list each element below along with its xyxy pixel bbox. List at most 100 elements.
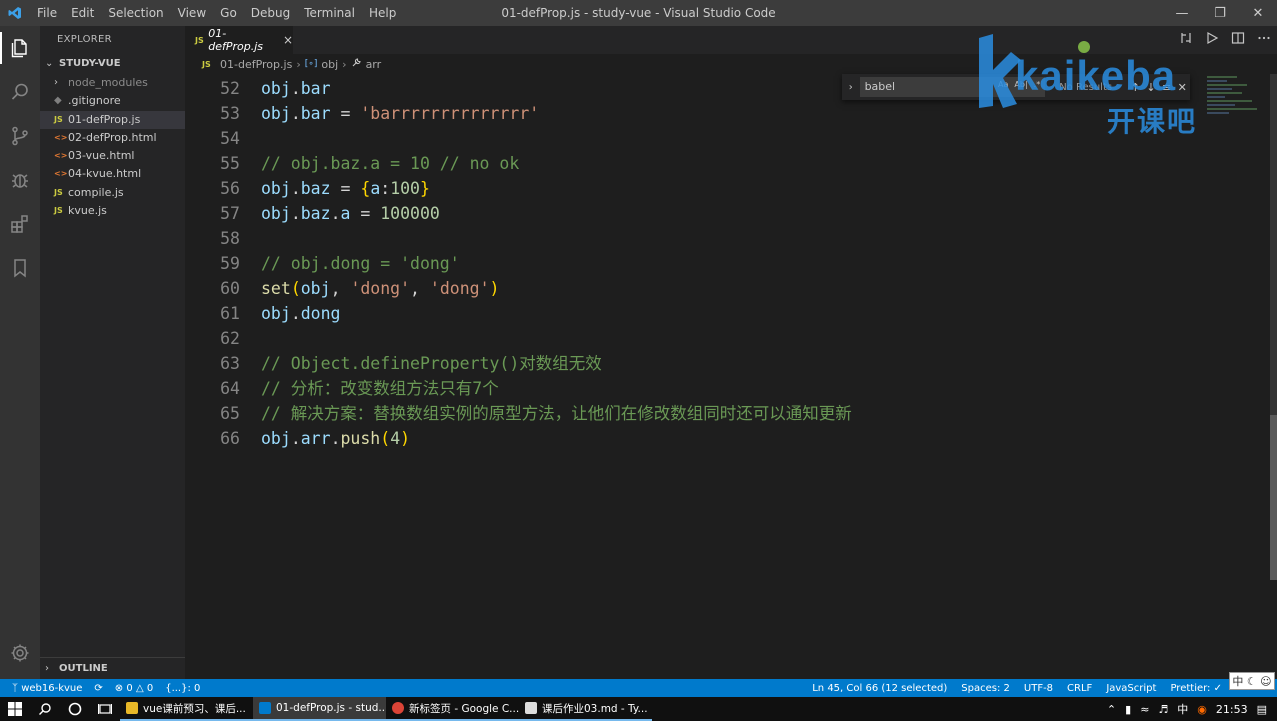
close-tab-icon[interactable]: × [283,33,293,47]
source-control-icon[interactable] [0,114,40,158]
code-editor[interactable]: 51obj.foo = 'fooooooooooooooo'52obj.bar5… [185,66,1270,679]
js-file-icon: JS [195,35,204,45]
code-line[interactable]: 63 // Object.defineProperty()对数组无效 [185,351,602,376]
branch-status[interactable]: ᛉ web16-kvue [12,683,82,694]
menu-terminal[interactable]: Terminal [297,0,362,26]
git-branch-icon: ᛉ [12,682,18,694]
code-text: obj.dong [261,301,341,326]
tree-item-03-vue-html[interactable]: <> 03-vue.html [40,147,185,165]
maximize-button[interactable]: ❐ [1201,0,1239,26]
code-line[interactable]: 60 set(obj, 'dong', 'dong') [185,276,499,301]
bookmark-icon[interactable] [0,246,40,290]
scrollbar-thumb[interactable] [1270,415,1277,580]
code-line[interactable]: 61 obj.dong [185,301,340,326]
sync-icon[interactable]: ⟳ [94,683,102,694]
cursor-position[interactable]: Ln 45, Col 66 (12 selected) [812,683,947,694]
close-window-button[interactable]: ✕ [1239,0,1277,26]
tree-item-04-kvue-html[interactable]: <> 04-kvue.html [40,165,185,183]
error-icon: ⊗ [114,682,124,694]
code-line[interactable]: 53 obj.bar = 'barrrrrrrrrrrrrr' [185,101,539,126]
code-text: obj.bar = 'barrrrrrrrrrrrrr' [261,101,539,126]
indentation-status[interactable]: Spaces: 2 [961,683,1010,694]
code-token: obj [261,304,291,323]
chevron-up-icon[interactable]: ⌃ [1107,703,1116,716]
tree-item-gitignore[interactable]: ◆ .gitignore [40,92,185,110]
code-line[interactable]: 55 // obj.baz.a = 10 // no ok [185,151,519,176]
code-line[interactable]: 52 obj.bar [185,76,330,101]
workspace-folder[interactable]: ⌄ STUDY-VUE [40,54,185,74]
menu-help[interactable]: Help [362,0,403,26]
outline-section[interactable]: › OUTLINE [40,657,185,679]
code-line[interactable]: 65 // 解决方案：替换数组实例的原型方法，让他们在修改数组同时还可以通知更新 [185,401,852,426]
more-actions-icon[interactable] [1257,31,1271,49]
code-line[interactable]: 62 [185,326,240,351]
breadcrumb-property[interactable]: arr [366,58,382,71]
code-token: ( [380,429,391,448]
search-icon[interactable] [0,70,40,114]
debug-icon[interactable] [0,158,40,202]
sogou-icon[interactable]: ◉ [1197,703,1207,716]
code-token: = [330,179,361,198]
task-view-icon[interactable] [90,697,120,721]
code-token: . [290,429,301,448]
gear-icon[interactable] [0,631,40,675]
volume-icon[interactable]: ♬ [1158,703,1168,716]
taskbar-app[interactable]: 01-defProp.js - stud... [253,697,386,721]
battery-icon[interactable]: ▮ [1125,703,1131,716]
code-line[interactable]: 56 obj.baz = {a:100} [185,176,430,201]
cortana-icon[interactable] [60,697,90,721]
prettier-status[interactable]: Prettier: ✓ [1170,683,1222,694]
language-mode[interactable]: JavaScript [1106,683,1156,694]
bracket-status[interactable]: {...}: 0 [165,683,200,694]
menu-view[interactable]: View [171,0,213,26]
toggle-replace-icon[interactable]: › [842,82,860,93]
tree-item-01-defprop-js[interactable]: JS 01-defProp.js [40,110,185,129]
notification-icon[interactable]: ▤ [1257,703,1267,716]
explorer-icon[interactable] [0,26,40,70]
code-token: ( [290,279,301,298]
menu-debug[interactable]: Debug [244,0,297,26]
menu-selection[interactable]: Selection [101,0,170,26]
activity-bar [0,26,40,679]
code-line[interactable]: 54 [185,126,240,151]
tree-item-kvue-js[interactable]: JS kvue.js [40,202,185,220]
eol-status[interactable]: CRLF [1067,683,1092,694]
tree-item-node-modules[interactable]: › node_modules [40,74,185,92]
taskbar-app[interactable]: 课后作业03.md - Ty... [519,697,652,721]
breadcrumb-symbol[interactable]: obj [321,58,338,71]
breadcrumb-file[interactable]: 01-defProp.js [220,58,292,71]
taskbar-app[interactable]: vue课前预习、课后... [120,697,253,721]
tab-01-defprop-js[interactable]: JS 01-defProp.js × [185,26,293,54]
line-number: 55 [220,154,240,173]
ime-indicator[interactable]: 中 ☾ ☺ [1229,672,1275,690]
code-text: obj.baz = {a:100} [261,176,430,201]
problems-status[interactable]: ⊗ 0 △ 0 [115,683,153,694]
taskbar-app-label: 新标签页 - Google C... [409,702,519,715]
windows-taskbar: vue课前预习、课后... 01-defProp.js - stud... 新标… [0,697,1277,721]
code-line[interactable]: 58 [185,226,240,251]
menu-file[interactable]: File [30,0,64,26]
search-icon[interactable] [30,697,60,721]
js-file-icon: JS [54,206,63,216]
tree-item-02-defprop-html[interactable]: <> 02-defProp.html [40,129,185,147]
code-line[interactable]: 64 // 分析：改变数组方法只有7个 [185,376,499,401]
taskbar-app[interactable]: 新标签页 - Google C... [386,697,519,721]
code-line[interactable]: 59 // obj.dong = 'dong' [185,251,460,276]
input-language[interactable]: 中 [1177,701,1188,717]
clock[interactable]: 21:53 [1216,703,1248,716]
code-token: // Object.defineProperty()对数组无效 [261,354,602,373]
extensions-icon[interactable] [0,202,40,246]
code-token: a [340,204,351,223]
minimize-button[interactable]: — [1163,0,1201,26]
code-token: = [330,104,361,123]
menu-edit[interactable]: Edit [64,0,101,26]
tree-item-compile-js[interactable]: JS compile.js [40,184,185,202]
tree-item-label: .gitignore [68,94,121,108]
code-line[interactable]: 66 obj.arr.push(4) [185,426,410,451]
windows-start-icon[interactable] [0,697,30,721]
network-icon[interactable]: ≈ [1140,703,1149,716]
encoding-status[interactable]: UTF-8 [1024,683,1053,694]
code-line[interactable]: 57 obj.baz.a = 100000 [185,201,440,226]
menu-go[interactable]: Go [213,0,244,26]
code-token: baz [300,179,331,198]
